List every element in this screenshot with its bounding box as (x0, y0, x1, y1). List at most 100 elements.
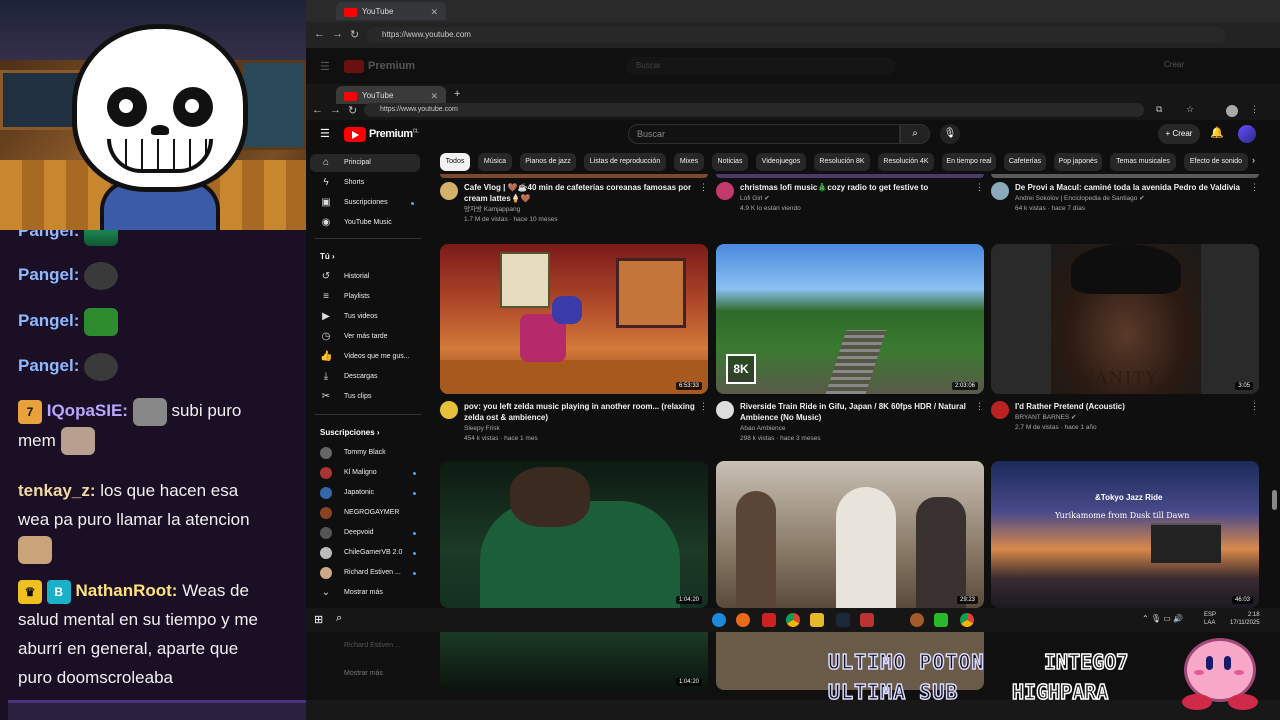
reload-icon[interactable]: ↻ (348, 104, 357, 117)
sidebar-item-youtube-music[interactable]: ◉ YouTube Music (310, 214, 420, 232)
menu-icon[interactable]: ☰ (320, 60, 330, 73)
show-more-button[interactable]: ⌄ Mostrar más (310, 584, 420, 602)
more-options-icon[interactable]: ⋮ (699, 401, 708, 412)
create-button[interactable]: + Crear (1158, 124, 1200, 144)
outer-tab[interactable]: YouTube ✕ (336, 2, 446, 20)
channel-name[interactable]: Abao Ambience (740, 424, 786, 433)
chip[interactable]: En tiempo real (942, 153, 996, 171)
chat-username[interactable]: IQopaSIE: (47, 401, 128, 420)
channel-avatar[interactable] (440, 401, 458, 419)
more-options-icon[interactable]: ⋮ (1250, 401, 1259, 412)
address-bar[interactable]: https://www.youtube.com (364, 103, 1144, 117)
channel-avatar[interactable] (440, 182, 458, 200)
video-title[interactable]: pov: you left zelda music playing in ano… (464, 401, 700, 423)
chip[interactable]: Resolución 4K (878, 153, 934, 171)
sidebar-item-principal[interactable]: ⌂ Principal (310, 154, 420, 172)
subscription-item[interactable]: ChileGamerVB 2.0 (310, 544, 420, 562)
sidebar-item-liked-videos[interactable]: 👍 Videos que me gus... (310, 348, 420, 366)
chat-username[interactable]: Pangel: (18, 230, 79, 240)
more-options-icon[interactable]: ⋮ (975, 182, 984, 193)
language-indicator[interactable]: ESP LAA (1204, 611, 1216, 627)
chat-username[interactable]: Pangel: (18, 265, 79, 284)
subscription-item[interactable]: Deepvoid (310, 524, 420, 542)
app-icon[interactable] (934, 613, 948, 627)
outer-search-input[interactable]: Buscar (626, 57, 896, 75)
browser-menu-icon[interactable]: ⋮ (1250, 104, 1259, 115)
video-card[interactable]: 8K 2:03:06 Riverside Train Ride in Gifu,… (716, 244, 984, 444)
hamburger-menu-icon[interactable]: ☰ (320, 127, 330, 140)
chat-username[interactable]: Pangel: (18, 356, 79, 375)
video-title[interactable]: Cafe Vlog | 🤎☕40 min de cafeterías corea… (464, 182, 700, 204)
channel-avatar[interactable] (991, 182, 1009, 200)
new-tab-button[interactable]: + (454, 88, 460, 100)
channel-avatar[interactable] (991, 401, 1009, 419)
close-tab-icon[interactable]: ✕ (430, 91, 438, 102)
forward-icon[interactable]: → (332, 28, 343, 40)
subscriptions-section-header[interactable]: Suscripciones › (320, 428, 380, 437)
chip[interactable]: Efecto de sonido (1184, 153, 1248, 171)
channel-name[interactable]: Sleepy Frisk (464, 424, 500, 433)
chip-todos[interactable]: Todos (440, 153, 470, 171)
chip[interactable]: Temas musicales (1110, 153, 1176, 171)
video-thumbnail[interactable]: &Tokyo Jazz Ride Yurikamome from Dusk ti… (991, 461, 1259, 608)
chip[interactable]: Pop japonés (1054, 153, 1102, 171)
channel-name[interactable]: BRYANT BARNES ✔ (1015, 413, 1076, 422)
channel-name[interactable]: Andrei Sokolov | Enciclopedia de Santiag… (1015, 194, 1145, 203)
more-options-icon[interactable]: ⋮ (1250, 182, 1259, 193)
back-icon[interactable]: ← (312, 104, 323, 116)
chip[interactable]: Pianos de jazz (520, 153, 576, 171)
channel-name[interactable]: Lofi Girl ✔ (740, 194, 770, 203)
video-card[interactable]: Cafe Vlog | 🤎☕40 min de cafeterías corea… (440, 174, 708, 228)
app-icon[interactable] (860, 613, 874, 627)
profile-icon[interactable] (1226, 105, 1238, 117)
chat-username[interactable]: NathanRoot: (75, 581, 177, 600)
steam-icon[interactable] (836, 613, 850, 627)
search-icon[interactable]: ⌕ (900, 124, 930, 144)
video-card[interactable]: De Provi a Macul: caminé toda la avenida… (991, 174, 1259, 228)
channel-avatar[interactable] (716, 182, 734, 200)
sidebar-item-clips[interactable]: ✂ Tus clips (310, 388, 420, 406)
video-title[interactable]: christmas lofi music🎄cozy radio to get f… (740, 182, 976, 193)
chat-username[interactable]: Pangel: (18, 311, 79, 330)
channel-avatar[interactable] (716, 401, 734, 419)
search-input[interactable]: Buscar (628, 124, 900, 144)
video-title[interactable]: De Provi a Macul: caminé toda la avenida… (1015, 182, 1251, 193)
video-title[interactable]: Riverside Train Ride in Gifu, Japan / 8K… (740, 401, 976, 423)
chip[interactable]: Cafeterías (1004, 153, 1046, 171)
sidebar-item-history[interactable]: ↺ Historial (310, 268, 420, 286)
sidebar-item-watch-later[interactable]: ◷ Ver más tarde (310, 328, 420, 346)
chip[interactable]: Noticias (712, 153, 748, 171)
sidebar-item-subscriptions[interactable]: ▣ Suscripciones (310, 194, 420, 212)
page-scrollbar[interactable] (1272, 490, 1277, 510)
sidebar-item-playlists[interactable]: ≡ Playlists (310, 288, 420, 306)
subscription-item[interactable]: Richard Estiven ... (310, 564, 420, 582)
close-tab-icon[interactable]: ✕ (430, 7, 438, 18)
video-title[interactable]: I'd Rather Pretend (Acoustic) (1015, 401, 1251, 412)
chip[interactable]: Videojuegos (756, 153, 806, 171)
subscription-item[interactable]: Tommy Black (310, 444, 420, 462)
video-card[interactable]: christmas lofi music🎄cozy radio to get f… (716, 174, 984, 228)
chrome-icon[interactable] (960, 613, 974, 627)
chip[interactable]: Listas de reproducción (584, 153, 666, 171)
microphone-icon[interactable]: 🎙 (940, 124, 960, 144)
clock[interactable]: 2:18 17/11/2025 (1230, 611, 1260, 627)
channel-name[interactable]: 망자방 Kamjappang (464, 205, 520, 214)
forward-icon[interactable]: → (330, 104, 341, 116)
chevron-right-icon[interactable]: › (1252, 155, 1255, 165)
app-icon[interactable] (762, 613, 776, 627)
back-icon[interactable]: ← (314, 28, 325, 40)
firefox-icon[interactable] (736, 613, 750, 627)
more-options-icon[interactable]: ⋮ (699, 182, 708, 193)
sidebar-item-shorts[interactable]: ϟ Shorts (310, 174, 420, 192)
video-card[interactable]: 29:23 (716, 461, 984, 608)
edge-browser-icon[interactable] (712, 613, 726, 627)
file-explorer-icon[interactable] (810, 613, 824, 627)
sidebar-item-downloads[interactable]: ⤓ Descargas (310, 368, 420, 386)
chip[interactable]: Mixes (674, 153, 704, 171)
chat-username[interactable]: tenkay_z: (18, 481, 95, 500)
chrome-icon[interactable] (786, 613, 800, 627)
star-icon[interactable]: ☆ (1186, 104, 1194, 115)
youtube-logo-icon[interactable] (344, 127, 366, 142)
video-card[interactable]: 1:04:20 (440, 461, 708, 608)
sidebar-item-your-videos[interactable]: ▶ Tus videos (310, 308, 420, 326)
